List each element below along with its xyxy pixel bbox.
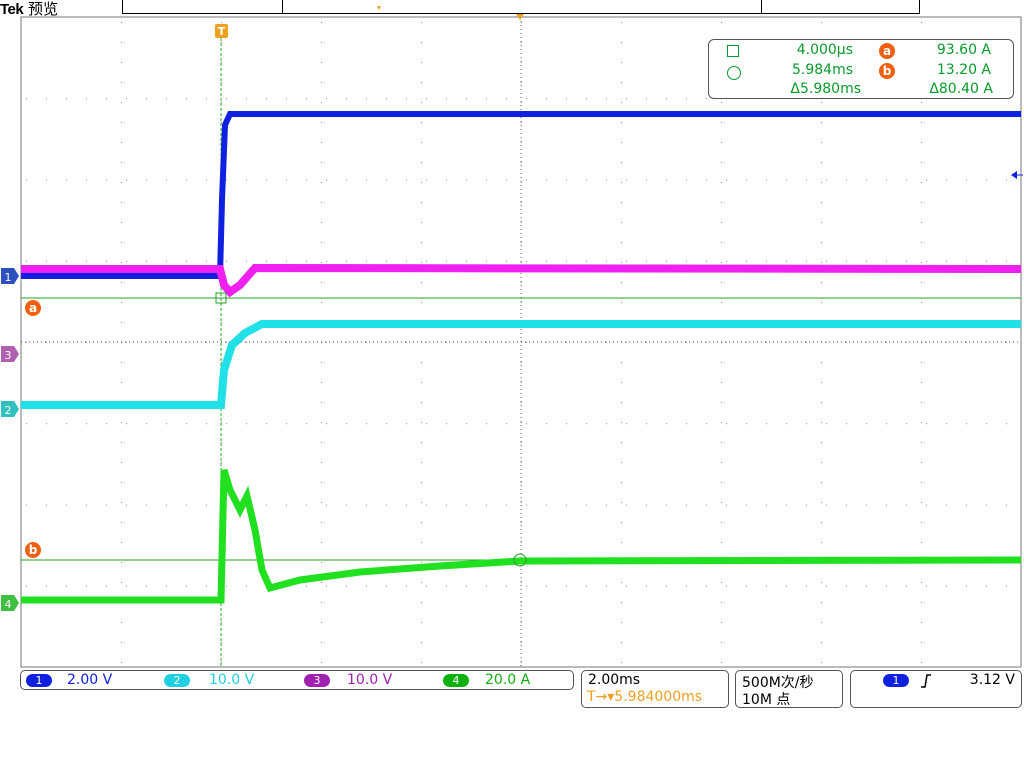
channel-3-chip[interactable]: 3 <box>304 674 330 687</box>
cursor-a-marker[interactable]: a <box>25 300 41 316</box>
cursor-b-marker[interactable]: b <box>25 542 41 558</box>
svg-text:3: 3 <box>5 349 12 362</box>
svg-text:4: 4 <box>5 598 12 611</box>
channel-1-marker[interactable]: 1 <box>1 268 19 284</box>
cursor-b-badge: b <box>879 63 895 79</box>
circle-icon <box>727 66 741 80</box>
record-length: 10M 点 <box>742 692 791 708</box>
trigger-position-marker <box>377 6 381 10</box>
cursor-a-time: 4.000μs <box>796 42 853 58</box>
square-icon <box>727 45 739 57</box>
channel-2-marker[interactable]: 2 <box>1 401 19 417</box>
cursor-b-time: 5.984ms <box>791 62 853 78</box>
channel-4-marker[interactable]: 4 <box>1 595 19 611</box>
channel-1-waveform <box>21 111 1021 279</box>
cursor-a-badge: a <box>879 43 895 59</box>
trigger-marker-label: T <box>218 25 226 38</box>
acquisition-panel[interactable]: 500M次/秒 10M 点 <box>735 670 843 708</box>
channel-3-scale: 10.0 V <box>347 672 393 688</box>
cursor-readout-panel: 4.000μs 5.984ms Δ5.980ms a b 93.60 A 13.… <box>708 39 1014 99</box>
channel-1-scale: 2.00 V <box>67 672 113 688</box>
channel-2-chip[interactable]: 2 <box>164 674 190 687</box>
trigger-level: 3.12 V <box>969 672 1015 688</box>
svg-text:a: a <box>29 301 37 315</box>
svg-text:b: b <box>29 543 38 557</box>
trigger-source-chip: 1 <box>883 674 909 687</box>
rising-edge-icon <box>921 674 931 688</box>
channel-2-waveform <box>21 320 1021 409</box>
svg-text:1: 1 <box>5 271 12 284</box>
cursor-delta-amplitude: Δ80.40 A <box>929 81 993 97</box>
channel-3-marker[interactable]: 3 <box>1 346 19 362</box>
channel-scale-bar: 1 2.00 V 2 10.0 V 3 10.0 V 4 20.0 A <box>20 670 574 690</box>
timebase-panel[interactable]: 2.00ms T→▾5.984000ms <box>581 670 729 708</box>
channel-4-scale: 20.0 A <box>485 672 531 688</box>
channel-3-waveform <box>21 263 1022 298</box>
trigger-panel[interactable]: 1 3.12 V <box>850 670 1022 708</box>
waveform-display[interactable]: T 1 3 2 4 a b <box>0 0 1024 768</box>
channel-4-chip[interactable]: 4 <box>443 674 469 687</box>
cursor-a-amplitude: 93.60 A <box>936 42 991 58</box>
channel-1-chip[interactable]: 1 <box>26 674 52 687</box>
timebase-value: 2.00ms <box>588 672 641 688</box>
cursor-b-amplitude: 13.20 A <box>936 62 991 78</box>
trigger-position-value: T→▾5.984000ms <box>587 689 703 705</box>
cursor-delta-time: Δ5.980ms <box>790 81 861 97</box>
channel-2-scale: 10.0 V <box>209 672 255 688</box>
svg-text:2: 2 <box>5 404 12 417</box>
